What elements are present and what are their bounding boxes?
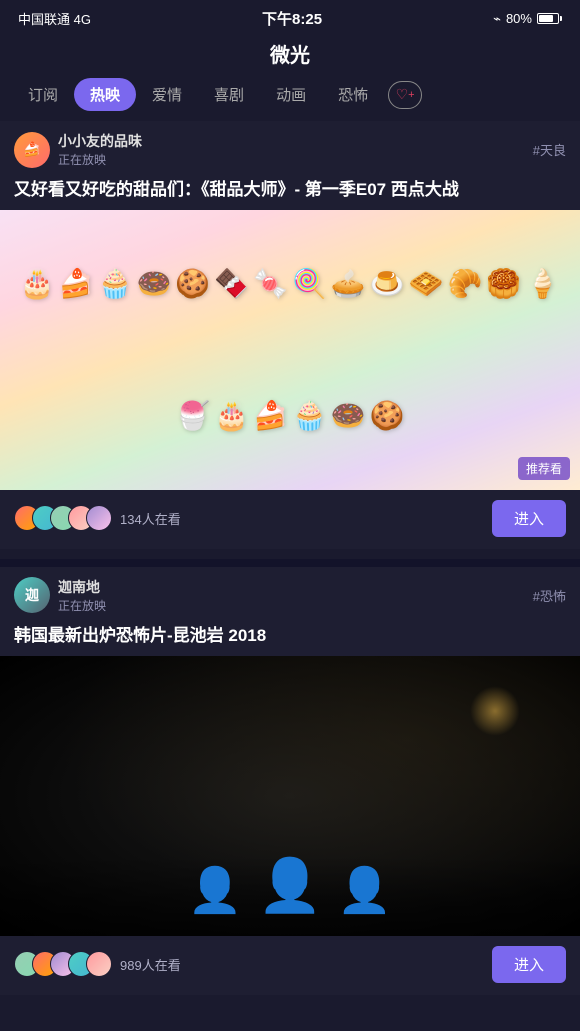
dessert-icon-18: 🧁 (292, 399, 327, 432)
dessert-icon-10: 🍮 (370, 267, 405, 300)
tab-favorites-button[interactable]: ♡+ (388, 81, 422, 109)
tab-subscribe[interactable]: 订阅 (12, 78, 74, 111)
time-display: 下午8:25 (262, 8, 322, 29)
username-2: 迦南地 (58, 577, 106, 597)
dessert-icon-15: 🍧 (175, 399, 210, 432)
battery-icon (537, 13, 562, 24)
card-horror: 迦 迦南地 正在放映 #恐怖 韩国最新出炉恐怖片-昆池岩 2018 👤 👤 👤 (0, 567, 580, 995)
divider-1 (0, 559, 580, 567)
horror-flashlight (470, 686, 520, 736)
enter-button-1[interactable]: 进入 (492, 500, 566, 537)
viewer-info-2: 989人在看 (14, 951, 181, 977)
avatars-group-1 (14, 505, 112, 531)
card-header-2: 迦 迦南地 正在放映 #恐怖 (0, 567, 580, 620)
tab-horror[interactable]: 恐怖 (322, 78, 384, 111)
dessert-icon-11: 🧇 (409, 267, 444, 300)
status-2: 正在放映 (58, 597, 106, 614)
tag-2: #恐怖 (533, 586, 566, 605)
dessert-icon-19: 🍩 (331, 399, 366, 432)
dessert-icon-5: 🍪 (175, 267, 210, 300)
horror-figure-1: 👤 (188, 864, 243, 916)
avatar-1: 🍰 (14, 132, 50, 168)
app-title: 微光 (0, 33, 580, 78)
dessert-icon-17: 🍰 (253, 399, 288, 432)
status-bar: 中国联通 4G 下午8:25 ⌁ 80% (0, 0, 580, 33)
recommend-badge: 推荐看 (518, 457, 570, 480)
status-right: ⌁ 80% (493, 11, 562, 27)
dessert-icon-3: 🧁 (98, 267, 133, 300)
tab-romance[interactable]: 爱情 (136, 78, 198, 111)
dessert-icon-14: 🍦 (525, 267, 560, 300)
tag-1: #天良 (533, 140, 566, 159)
dessert-icon-9: 🥧 (331, 267, 366, 300)
tab-comedy[interactable]: 喜剧 (198, 78, 260, 111)
card-title-1: 又好看又好吃的甜品们：《甜品大师》- 第一季E07 西点大战 (0, 174, 580, 210)
dessert-icon-8: 🍭 (292, 267, 327, 300)
dessert-icon-4: 🍩 (137, 267, 172, 300)
dessert-icon-1: 🎂 (20, 267, 55, 300)
enter-button-2[interactable]: 进入 (492, 946, 566, 983)
username-1: 小小友的品味 (58, 131, 142, 151)
horror-scene: 👤 👤 👤 (0, 656, 580, 936)
horror-figure-3: 👤 (337, 864, 392, 916)
status-1: 正在放映 (58, 151, 142, 168)
avatar-2: 迦 (14, 577, 50, 613)
dessert-icon-7: 🍬 (253, 267, 288, 300)
horror-figure-2: 👤 (258, 855, 323, 916)
category-tabs: 订阅 热映 爱情 喜剧 动画 恐怖 ♡+ (0, 78, 580, 121)
card-image-horror[interactable]: 👤 👤 👤 (0, 656, 580, 936)
dessert-icon-12: 🥐 (448, 267, 483, 300)
avatars-group-2 (14, 951, 112, 977)
card-footer-1: 134人在看 进入 (0, 490, 580, 549)
horror-figures: 👤 👤 👤 (188, 855, 392, 936)
bluetooth-icon: ⌁ (493, 11, 501, 27)
card-image-dessert[interactable]: 🎂 🍰 🧁 🍩 🍪 🍫 🍬 🍭 🥧 🍮 🧇 🥐 🥮 🍦 🍧 🎂 🍰 🧁 🍩 🍪 … (0, 210, 580, 490)
viewer-info-1: 134人在看 (14, 505, 181, 531)
viewer-avatar-5 (86, 505, 112, 531)
battery-percent: 80% (506, 11, 532, 26)
tab-hot[interactable]: 热映 (74, 78, 136, 111)
card-dessert: 🍰 小小友的品味 正在放映 #天良 又好看又好吃的甜品们：《甜品大师》- 第一季… (0, 121, 580, 549)
viewer-count-2: 989人在看 (120, 955, 181, 974)
dessert-icon-20: 🍪 (370, 399, 405, 432)
viewer-avatar-10 (86, 951, 112, 977)
card-footer-2: 989人在看 进入 (0, 936, 580, 995)
carrier-signal: 中国联通 4G (18, 9, 91, 28)
dessert-icon-13: 🥮 (486, 267, 521, 300)
tab-animation[interactable]: 动画 (260, 78, 322, 111)
card-header-1: 🍰 小小友的品味 正在放映 #天良 (0, 121, 580, 174)
content-area: 🍰 小小友的品味 正在放映 #天良 又好看又好吃的甜品们：《甜品大师》- 第一季… (0, 121, 580, 995)
dessert-icon-2: 🍰 (59, 267, 94, 300)
dessert-icon-16: 🎂 (214, 399, 249, 432)
card-title-2: 韩国最新出炉恐怖片-昆池岩 2018 (0, 620, 580, 656)
dessert-icon-6: 🍫 (214, 267, 249, 300)
viewer-count-1: 134人在看 (120, 509, 181, 528)
